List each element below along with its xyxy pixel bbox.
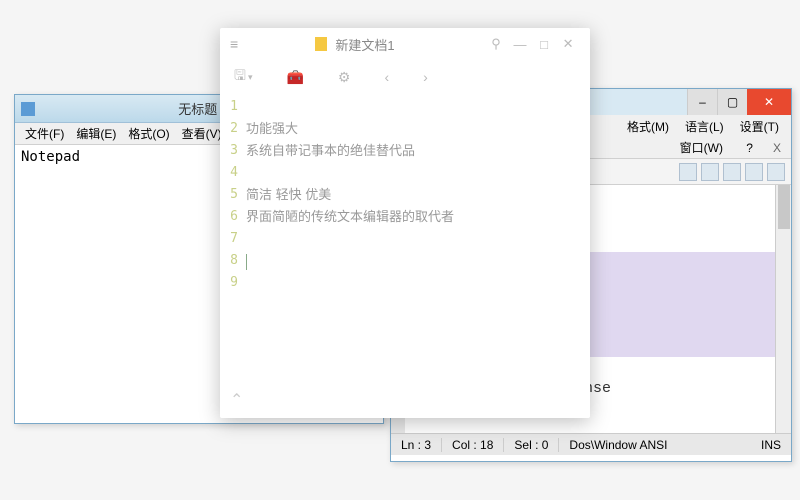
maximize-button[interactable]: ▢: [717, 89, 747, 115]
notepad-app-icon: [21, 102, 35, 116]
chevron-right-icon[interactable]: ›: [423, 69, 428, 85]
toolbox-icon[interactable]: 🧰: [286, 69, 303, 86]
line-number: 2: [220, 118, 238, 140]
line-number: 5: [220, 184, 238, 206]
text-line: [246, 228, 590, 250]
pin-icon[interactable]: ⚲: [484, 36, 508, 52]
npp-statusbar: Ln : 3 Col : 18 Sel : 0 Dos\Window ANSI …: [391, 433, 791, 455]
maximize-icon[interactable]: □: [532, 37, 556, 52]
text-line: [246, 162, 590, 184]
toolbar-icon[interactable]: [723, 163, 741, 181]
text-line: 系统自带记事本的绝佳替代品: [246, 140, 590, 162]
menu-edit[interactable]: 编辑(E): [70, 123, 122, 144]
line-number: 7: [220, 228, 238, 250]
line-number: 4: [220, 162, 238, 184]
menu-window[interactable]: 窗口(W): [670, 139, 733, 157]
close-icon[interactable]: ✕: [556, 36, 580, 52]
document-icon: [315, 37, 327, 51]
menu-language[interactable]: 语言(L): [677, 116, 732, 137]
close-button[interactable]: ✕: [747, 89, 791, 115]
line-number: 9: [220, 272, 238, 294]
toolbar-icon[interactable]: [767, 163, 785, 181]
close-doc-button[interactable]: X: [773, 141, 787, 155]
white-editor-window: ≡ 新建文档1 ⚲ — □ ✕ 🖫▾ 🧰 ⚙ ‹ › 123456789 功能强…: [220, 28, 590, 418]
text-line: 简洁 轻快 优美: [246, 184, 590, 206]
hamburger-icon[interactable]: ≡: [230, 36, 246, 52]
scrollbar-thumb[interactable]: [778, 185, 790, 229]
menu-format[interactable]: 格式(O): [122, 123, 175, 144]
minimize-button[interactable]: –: [687, 89, 717, 115]
status-ins: INS: [751, 438, 791, 452]
status-ln: Ln : 3: [391, 438, 442, 452]
toolbar-icon[interactable]: [679, 163, 697, 181]
menu-help[interactable]: ?: [736, 139, 763, 157]
white-toolbar: 🖫▾ 🧰 ⚙ ‹ ›: [220, 60, 590, 94]
menu-file[interactable]: 文件(F): [19, 123, 70, 144]
text-line: [246, 250, 590, 272]
text-line: [246, 272, 590, 294]
status-sel: Sel : 0: [504, 438, 559, 452]
text-line: 功能强大: [246, 118, 590, 140]
save-icon[interactable]: 🖫▾: [234, 65, 252, 89]
text-line: 界面简陋的传统文本编辑器的取代者: [246, 206, 590, 228]
line-number: 8: [220, 250, 238, 272]
menu-settings[interactable]: 设置(T): [732, 116, 787, 137]
chevron-up-icon[interactable]: ⌃: [230, 390, 243, 410]
white-editor-body[interactable]: 123456789 功能强大系统自带记事本的绝佳替代品 简洁 轻快 优美界面简陋…: [220, 94, 590, 294]
chevron-left-icon[interactable]: ‹: [384, 69, 389, 85]
line-number: 3: [220, 140, 238, 162]
toolbar-icon[interactable]: [701, 163, 719, 181]
line-number-gutter: 123456789: [220, 96, 246, 294]
line-number: 1: [220, 96, 238, 118]
status-encoding: Dos\Window ANSI: [559, 438, 751, 452]
status-col: Col : 18: [442, 438, 504, 452]
menu-format-m[interactable]: 格式(M): [619, 116, 677, 137]
text-line: [246, 96, 590, 118]
npp-scrollbar[interactable]: [775, 185, 791, 433]
minimize-icon[interactable]: —: [508, 37, 532, 52]
gear-icon[interactable]: ⚙: [338, 69, 351, 86]
toolbar-icon[interactable]: [745, 163, 763, 181]
line-number: 6: [220, 206, 238, 228]
white-titlebar[interactable]: ≡ 新建文档1 ⚲ — □ ✕: [220, 28, 590, 60]
white-text-area[interactable]: 功能强大系统自带记事本的绝佳替代品 简洁 轻快 优美界面简陋的传统文本编辑器的取…: [246, 96, 590, 294]
document-title: 新建文档1: [335, 35, 394, 54]
